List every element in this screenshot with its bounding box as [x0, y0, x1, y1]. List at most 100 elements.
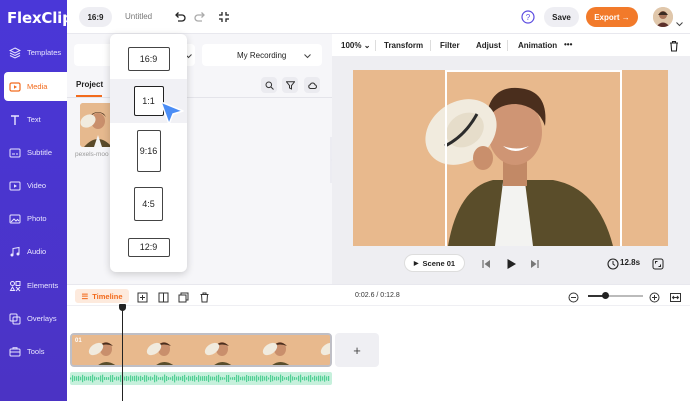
sidebar-item-media[interactable]: Media	[4, 72, 67, 101]
timeline-toggle[interactable]: ☰ Timeline	[75, 289, 129, 303]
divider	[375, 40, 376, 51]
svg-text:?: ?	[526, 13, 531, 22]
filter-button[interactable]: Filter	[440, 41, 460, 50]
clock-icon	[607, 257, 619, 270]
zoom-in-icon[interactable]	[649, 290, 660, 303]
my-recording-dropdown[interactable]: My Recording	[202, 44, 322, 66]
sidebar-item-photo[interactable]: Photo	[0, 204, 67, 233]
sidebar-item-subtitle[interactable]: Subtitle	[0, 138, 67, 167]
cloud-button[interactable]	[304, 77, 320, 93]
ratio-option-label: 16:9	[127, 47, 170, 71]
export-button[interactable]: Export →	[586, 7, 638, 27]
pointer-cursor-icon	[158, 99, 186, 127]
search-icon	[265, 81, 274, 90]
templates-icon	[9, 46, 21, 59]
adjust-button[interactable]: Adjust	[476, 41, 501, 50]
animation-button[interactable]: Animation	[518, 41, 557, 50]
undo-icon[interactable]	[173, 10, 187, 24]
timeline-toolbar: ☰ Timeline 0:02.6 / 0:12.8	[67, 284, 690, 306]
divider	[67, 97, 332, 98]
divider	[507, 40, 508, 51]
ratio-option-16-9[interactable]: 16:9	[110, 44, 187, 74]
sidebar-item-label: Tools	[27, 347, 45, 356]
transform-button[interactable]: Transform	[384, 41, 423, 50]
sidebar-item-label: Overlays	[27, 314, 57, 323]
media-panel: L My Recording Project pexels-moo	[67, 34, 332, 284]
save-button[interactable]: Save	[544, 7, 579, 27]
filter-button[interactable]	[282, 77, 298, 93]
chevron-down-icon[interactable]	[676, 14, 683, 32]
fit-screen-icon[interactable]	[652, 257, 664, 270]
playhead-handle[interactable]	[119, 304, 126, 311]
ratio-option-label: 4:5	[134, 187, 163, 221]
sidebar-item-label: Photo	[27, 214, 47, 223]
waveform-graphic	[70, 374, 330, 383]
project-title[interactable]: Untitled	[125, 12, 152, 21]
flexclip-logo[interactable]: FlexClip	[7, 9, 73, 27]
sidebar-item-elements[interactable]: Elements	[0, 271, 67, 300]
subtitle-icon	[9, 147, 21, 159]
scene-label: Scene 01	[422, 258, 456, 268]
delete-icon[interactable]	[199, 290, 210, 303]
sidebar-item-label: Video	[27, 181, 47, 190]
timeline-icon: ☰	[81, 291, 89, 301]
zoom-out-icon[interactable]	[568, 290, 579, 303]
playhead[interactable]	[122, 306, 123, 401]
audio-waveform[interactable]	[70, 372, 332, 385]
delete-icon[interactable]	[668, 39, 680, 52]
zoom-slider-handle[interactable]	[602, 292, 609, 299]
ratio-option-9-16[interactable]: 9:16	[110, 129, 187, 173]
tools-icon	[9, 346, 21, 358]
scene-duration[interactable]: 12.8s	[620, 258, 640, 267]
avatar[interactable]	[653, 7, 673, 27]
sidebar-item-label: Media	[27, 82, 48, 91]
video-clip[interactable]: 01	[70, 333, 332, 367]
more-options-icon[interactable]: •••	[564, 40, 572, 49]
chevron-down-icon: ⌄	[363, 41, 371, 50]
divider	[430, 40, 431, 51]
zoom-value: 100%	[341, 41, 362, 50]
sidebar-item-label: Audio	[27, 247, 47, 256]
video-canvas[interactable]	[353, 70, 668, 246]
sidebar-item-overlays[interactable]: Overlays	[0, 304, 67, 333]
search-button[interactable]	[261, 77, 277, 93]
crop-frame[interactable]	[445, 70, 622, 246]
elements-icon	[9, 280, 21, 292]
preview-area: ▶ Scene 01 12.8s	[332, 56, 690, 284]
overlays-icon	[9, 313, 21, 325]
timeline-tracks: 01 +	[67, 304, 690, 401]
ratio-option-12-9[interactable]: 12:9	[110, 234, 187, 260]
fullscreen-icon[interactable]	[217, 10, 231, 24]
play-small-icon: ▶	[413, 260, 419, 267]
aspect-ratio-menu: 16:9 1:1 9:16 4:5 12:9	[110, 34, 187, 272]
aspect-ratio-button[interactable]: 16:9	[79, 7, 112, 27]
sidebar-item-tools[interactable]: Tools	[0, 337, 67, 366]
sidebar-item-video[interactable]: Video	[0, 171, 67, 200]
sidebar-item-label: Text	[27, 115, 41, 124]
zoom-select[interactable]: 100% ⌄	[341, 41, 370, 50]
skip-forward-icon[interactable]	[529, 257, 541, 269]
add-scene-icon[interactable]	[137, 290, 148, 303]
add-scene-button[interactable]: +	[335, 333, 379, 367]
funnel-icon	[285, 80, 295, 90]
sidebar-item-text[interactable]: Text	[0, 105, 67, 134]
fit-timeline-icon[interactable]	[670, 290, 681, 302]
duplicate-icon[interactable]	[178, 290, 189, 303]
play-icon[interactable]	[505, 257, 517, 269]
ratio-option-4-5[interactable]: 4:5	[110, 186, 187, 222]
ratio-option-label: 12:9	[127, 237, 170, 257]
sidebar-item-audio[interactable]: Audio	[0, 237, 67, 266]
timeline-label: Timeline	[92, 291, 123, 301]
help-icon[interactable]: ?	[521, 10, 535, 24]
sidebar-item-label: Subtitle	[27, 148, 53, 157]
redo-icon[interactable]	[193, 10, 207, 24]
clip-number: 01	[75, 338, 82, 344]
top-bar: 16:9 Untitled ? Save Export →	[67, 0, 690, 34]
skip-back-icon[interactable]	[480, 257, 492, 269]
edit-toolbar: 100% ⌄ Transform Filter Adjust Animation…	[332, 34, 690, 56]
scene-selector[interactable]: ▶ Scene 01	[404, 254, 465, 272]
sidebar-item-templates[interactable]: Templates	[0, 38, 67, 67]
tab-project[interactable]: Project	[76, 80, 103, 89]
split-icon[interactable]	[158, 290, 169, 303]
cloud-icon	[307, 81, 317, 90]
